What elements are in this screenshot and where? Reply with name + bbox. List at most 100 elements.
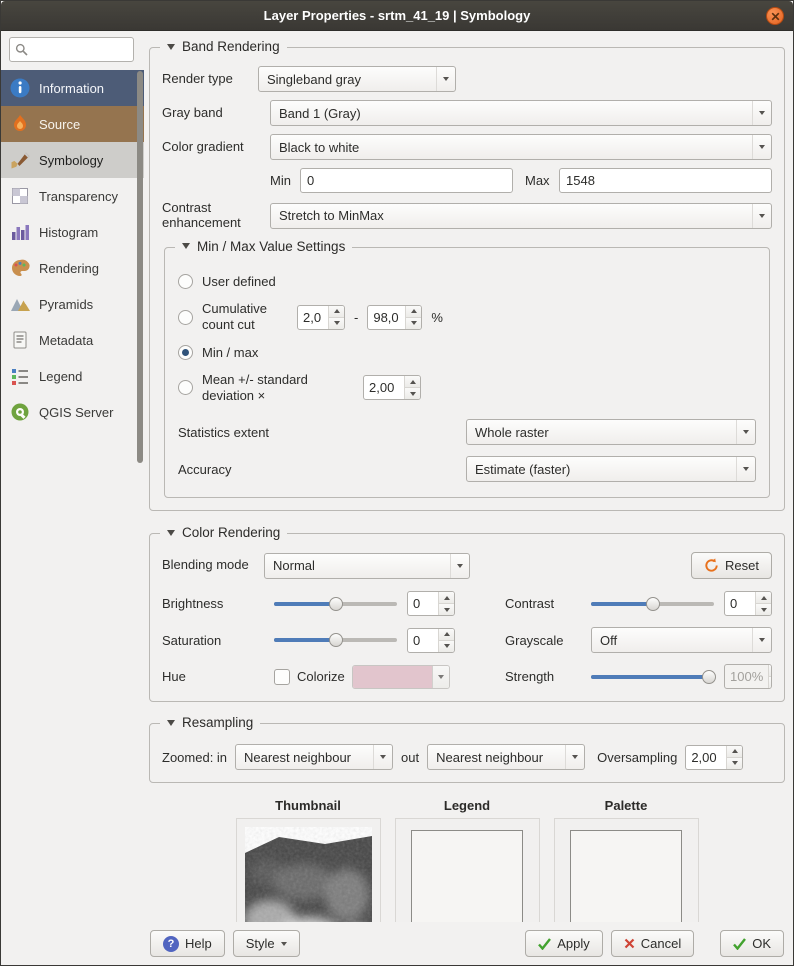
strength-spin[interactable]: 100% bbox=[724, 664, 772, 689]
resampling-group: Resampling Zoomed: in Nearest neighbour … bbox=[149, 723, 785, 783]
metadata-icon bbox=[8, 329, 32, 351]
sidebar-item-qgis-server[interactable]: QGIS Server bbox=[1, 394, 144, 430]
transparency-icon bbox=[8, 185, 32, 207]
color-gradient-combo[interactable]: Black to white bbox=[270, 134, 772, 160]
spin-up-button[interactable] bbox=[756, 592, 771, 604]
min-max-radio[interactable] bbox=[178, 345, 193, 360]
sidebar-item-rendering[interactable]: Rendering bbox=[1, 250, 144, 286]
user-defined-radio[interactable] bbox=[178, 274, 193, 289]
saturation-spin[interactable]: 0 bbox=[407, 628, 455, 653]
chevron-down-icon[interactable] bbox=[752, 135, 771, 159]
cumulative-low-spin[interactable]: 2,0 bbox=[297, 305, 345, 330]
chevron-down-icon[interactable] bbox=[736, 420, 755, 444]
cumulative-high-spin[interactable]: 98,0 bbox=[367, 305, 422, 330]
colorize-checkbox[interactable] bbox=[274, 669, 290, 685]
sidebar-item-histogram[interactable]: Histogram bbox=[1, 214, 144, 250]
source-icon bbox=[8, 113, 32, 135]
cancel-button[interactable]: Cancel bbox=[611, 930, 694, 957]
slider-handle[interactable] bbox=[646, 597, 660, 611]
spin-down-button[interactable] bbox=[756, 604, 771, 615]
sidebar-item-metadata[interactable]: Metadata bbox=[1, 322, 144, 358]
gray-band-combo[interactable]: Band 1 (Gray) bbox=[270, 100, 772, 126]
minmax-settings-group-header[interactable]: Min / Max Value Settings bbox=[175, 239, 352, 254]
color-rendering-group-header[interactable]: Color Rendering bbox=[160, 525, 287, 540]
spin-up-button[interactable] bbox=[439, 592, 454, 604]
spin-down-button[interactable] bbox=[439, 604, 454, 615]
spin-down-button[interactable] bbox=[405, 388, 420, 399]
spin-down-button[interactable] bbox=[329, 318, 344, 329]
band-rendering-group-header[interactable]: Band Rendering bbox=[160, 39, 287, 54]
ok-button[interactable]: OK bbox=[720, 930, 784, 957]
spin-down-button[interactable] bbox=[439, 641, 454, 652]
sidebar-item-label: Information bbox=[39, 81, 104, 96]
chevron-down-icon[interactable] bbox=[432, 666, 449, 688]
contrast-slider[interactable] bbox=[591, 596, 714, 612]
sidebar-item-source[interactable]: Source bbox=[1, 106, 144, 142]
cumulative-count-cut-radio[interactable] bbox=[178, 310, 193, 325]
close-button[interactable] bbox=[766, 7, 784, 25]
window-title: Layer Properties - srtm_41_19 | Symbolog… bbox=[264, 8, 531, 23]
accuracy-combo[interactable]: Estimate (faster) bbox=[466, 456, 756, 482]
sidebar-scrollbar[interactable] bbox=[137, 71, 143, 463]
sidebar-item-symbology[interactable]: Symbology bbox=[1, 142, 144, 178]
help-button[interactable]: ? Help bbox=[150, 930, 225, 957]
slider-handle[interactable] bbox=[702, 670, 716, 684]
colorize-color-swatch[interactable] bbox=[352, 665, 450, 689]
brightness-slider[interactable] bbox=[274, 596, 397, 612]
render-type-combo[interactable]: Singleband gray bbox=[258, 66, 456, 92]
min-input[interactable]: 0 bbox=[300, 168, 513, 193]
strength-slider[interactable] bbox=[591, 669, 714, 685]
spin-up-button[interactable] bbox=[769, 665, 772, 677]
zoomed-out-combo[interactable]: Nearest neighbour bbox=[427, 744, 585, 770]
chevron-down-icon[interactable] bbox=[373, 745, 392, 769]
brightness-spin[interactable]: 0 bbox=[407, 591, 455, 616]
reset-button[interactable]: Reset bbox=[691, 552, 772, 579]
statistics-extent-combo[interactable]: Whole raster bbox=[466, 419, 756, 445]
group-title-label: Band Rendering bbox=[182, 39, 280, 54]
spin-down-button[interactable] bbox=[406, 318, 421, 329]
slider-handle[interactable] bbox=[329, 597, 343, 611]
collapse-icon bbox=[167, 44, 175, 50]
spin-up-button[interactable] bbox=[329, 306, 344, 318]
spin-down-button[interactable] bbox=[769, 677, 772, 688]
sidebar-search-input[interactable] bbox=[32, 42, 122, 58]
sidebar-item-label: QGIS Server bbox=[39, 405, 113, 420]
apply-button[interactable]: Apply bbox=[525, 930, 603, 957]
preview-section: Thumbnail bbox=[149, 798, 785, 922]
mean-std-spin[interactable]: 2,00 bbox=[363, 375, 421, 400]
max-input[interactable]: 1548 bbox=[559, 168, 772, 193]
chevron-down-icon[interactable] bbox=[736, 457, 755, 481]
chevron-down-icon[interactable] bbox=[450, 554, 469, 578]
spin-up-button[interactable] bbox=[405, 376, 420, 388]
titlebar[interactable]: Layer Properties - srtm_41_19 | Symbolog… bbox=[1, 1, 793, 31]
contrast-spin[interactable]: 0 bbox=[724, 591, 772, 616]
slider-handle[interactable] bbox=[329, 633, 343, 647]
sidebar-item-information[interactable]: Information bbox=[1, 70, 144, 106]
spin-up-button[interactable] bbox=[406, 306, 421, 318]
blending-mode-combo[interactable]: Normal bbox=[264, 553, 470, 579]
spin-up-button[interactable] bbox=[727, 746, 742, 758]
grayscale-combo[interactable]: Off bbox=[591, 627, 772, 653]
chevron-down-icon[interactable] bbox=[565, 745, 584, 769]
spin-down-button[interactable] bbox=[727, 758, 742, 769]
sidebar-item-legend[interactable]: Legend bbox=[1, 358, 144, 394]
resampling-group-header[interactable]: Resampling bbox=[160, 715, 260, 730]
chevron-down-icon[interactable] bbox=[752, 101, 771, 125]
style-button[interactable]: Style bbox=[233, 930, 300, 957]
contrast-enhancement-combo[interactable]: Stretch to MinMax bbox=[270, 203, 772, 229]
zoomed-in-combo[interactable]: Nearest neighbour bbox=[235, 744, 393, 770]
qgis-server-icon bbox=[8, 401, 32, 423]
sidebar-item-pyramids[interactable]: Pyramids bbox=[1, 286, 144, 322]
sidebar-item-transparency[interactable]: Transparency bbox=[1, 178, 144, 214]
sidebar-search-box[interactable] bbox=[9, 37, 134, 62]
accuracy-label: Accuracy bbox=[178, 462, 231, 477]
chevron-down-icon[interactable] bbox=[752, 628, 771, 652]
mean-std-radio[interactable] bbox=[178, 380, 193, 395]
oversampling-spin[interactable]: 2,00 bbox=[685, 745, 743, 770]
spin-up-button[interactable] bbox=[439, 629, 454, 641]
chevron-down-icon[interactable] bbox=[752, 204, 771, 228]
saturation-slider[interactable] bbox=[274, 632, 397, 648]
minmax-settings-group: Min / Max Value Settings User defined Cu… bbox=[164, 247, 770, 499]
min-label: Min bbox=[270, 173, 300, 188]
chevron-down-icon[interactable] bbox=[436, 67, 455, 91]
